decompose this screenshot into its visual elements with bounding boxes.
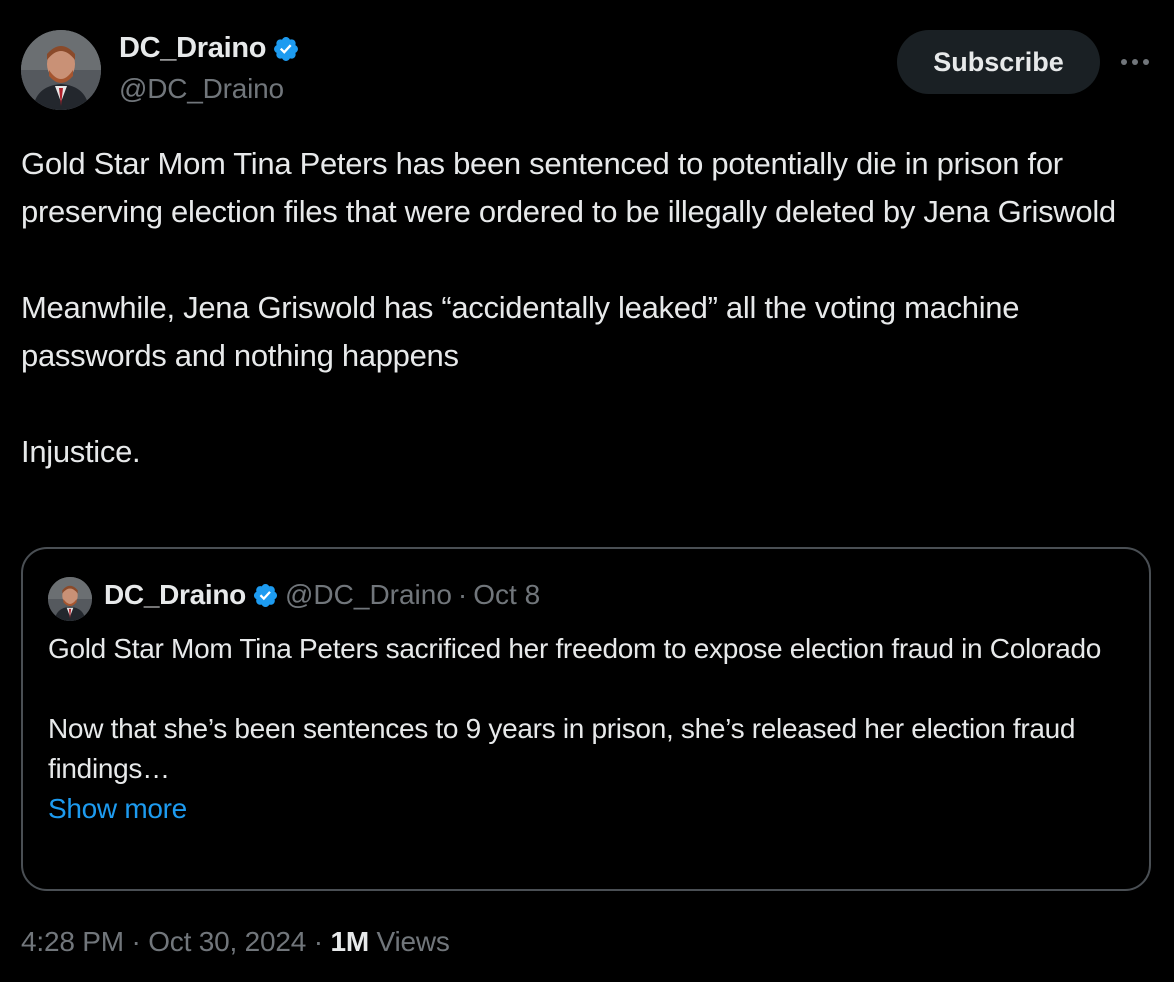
tweet-meta: 4:28 PM · Oct 30, 2024 · 1M Views <box>21 926 450 958</box>
subscribe-button[interactable]: Subscribe <box>897 30 1100 94</box>
author-name-row: DC_Draino <box>119 32 300 65</box>
tweet-paragraph: Meanwhile, Jena Griswold has “accidental… <box>21 290 1020 373</box>
quoted-tweet-card[interactable]: DC_Draino @DC_Draino · Oct 8 Gold Star M… <box>21 547 1151 891</box>
tweet-time[interactable]: 4:28 PM <box>21 926 124 957</box>
views-label: Views <box>376 926 450 957</box>
quoted-author-avatar[interactable] <box>48 577 92 621</box>
more-horizontal-icon[interactable] <box>1117 48 1153 76</box>
views-count[interactable]: 1M <box>330 926 369 957</box>
tweet-paragraph: Gold Star Mom Tina Peters has been sente… <box>21 146 1116 229</box>
quoted-tweet-date[interactable]: Oct 8 <box>473 579 540 611</box>
verified-badge-icon <box>252 582 279 609</box>
tweet-paragraph: Injustice. <box>21 434 141 469</box>
show-more-link[interactable]: Show more <box>48 789 1133 829</box>
separator-dot: · <box>457 579 468 610</box>
separator-dot: · <box>313 926 323 957</box>
quoted-tweet-paragraph: Now that she’s been sentences to 9 years… <box>48 713 1076 784</box>
author-display-name[interactable]: DC_Draino <box>119 32 266 65</box>
author-avatar[interactable] <box>21 30 101 110</box>
quoted-author-display-name[interactable]: DC_Draino <box>104 579 246 611</box>
quoted-tweet-header: DC_Draino @DC_Draino · Oct 8 <box>104 579 540 611</box>
quoted-author-handle[interactable]: @DC_Draino <box>285 579 452 611</box>
author-handle[interactable]: @DC_Draino <box>119 73 284 105</box>
tweet-text: Gold Star Mom Tina Peters has been sente… <box>21 140 1121 476</box>
tweet: DC_Draino @DC_Draino Subscribe Gold Star… <box>0 0 1174 982</box>
tweet-date[interactable]: Oct 30, 2024 <box>148 926 306 957</box>
verified-badge-icon[interactable] <box>272 35 300 63</box>
separator-dot: · <box>131 926 141 957</box>
quoted-tweet-paragraph: Gold Star Mom Tina Peters sacrificed her… <box>48 633 1102 664</box>
quoted-tweet-text: Gold Star Mom Tina Peters sacrificed her… <box>48 629 1133 829</box>
